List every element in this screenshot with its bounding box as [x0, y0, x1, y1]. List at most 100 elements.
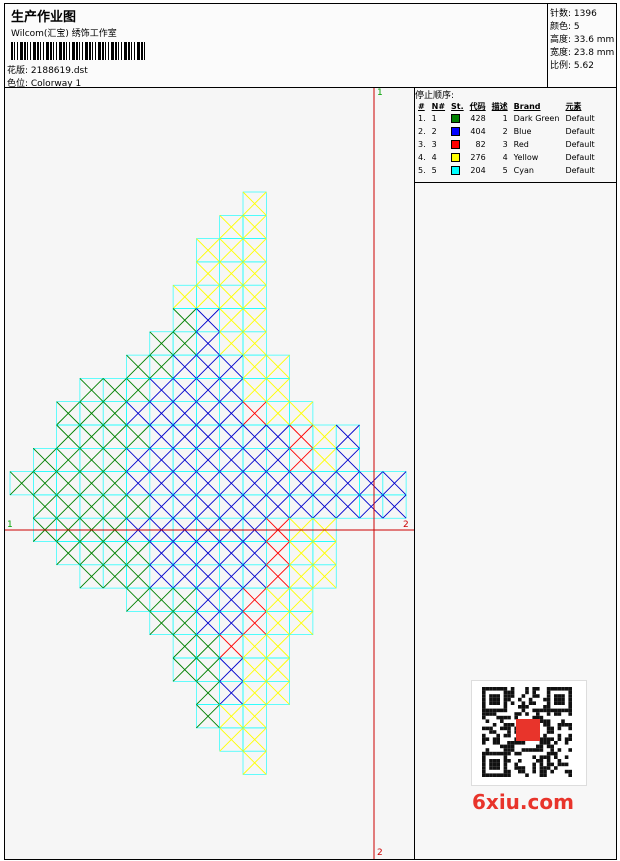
row-description: Dark Green: [511, 112, 563, 125]
qr-module: [564, 687, 569, 691]
qr-module: [546, 741, 551, 745]
qr-module: [521, 701, 526, 705]
qr-module: [510, 723, 515, 727]
qr-module: [539, 755, 544, 759]
qr-module: [507, 773, 511, 777]
row-code: 4: [489, 151, 511, 164]
row-index: 3.: [415, 138, 429, 151]
qr-module: [554, 701, 558, 705]
qr-module: [568, 708, 572, 713]
qr-module: [492, 773, 497, 777]
qr-logo-badge: [516, 719, 540, 741]
color-swatch: [451, 140, 461, 149]
row-description: Yellow: [511, 151, 563, 164]
qr-module: [568, 748, 572, 752]
qr-module: [554, 708, 558, 713]
qr-module: [492, 741, 497, 745]
row-brand: Default: [562, 112, 597, 125]
qr-module: [510, 694, 515, 698]
qr-module: [554, 766, 558, 770]
row-brand-text: Default: [565, 153, 595, 162]
row-swatch: [448, 164, 467, 177]
watermark-text: 6xiu.com: [472, 790, 574, 814]
row-brand: Default: [562, 125, 597, 138]
color-table-header: # N# St. 代码 描述 Brand 元素: [415, 100, 598, 112]
qr-module: [492, 697, 497, 702]
qr-module: [564, 708, 569, 713]
qr-module: [543, 737, 547, 741]
row-code: 2: [489, 125, 511, 138]
row-stitches: 276: [467, 151, 489, 164]
qr-module: [496, 766, 500, 770]
qr-module: [503, 697, 508, 702]
qr-module: [482, 726, 486, 731]
row-description-text: Dark Green: [513, 114, 560, 123]
qr-module: [521, 766, 526, 770]
qr-module: [507, 723, 511, 727]
row-needle: 1: [429, 112, 448, 125]
qr-module: [568, 697, 572, 702]
row-index-text: 5.: [418, 166, 426, 175]
qr-module: [492, 723, 497, 727]
row-code: 5: [489, 164, 511, 177]
qr-module: [550, 708, 554, 713]
qr-module: [536, 759, 540, 763]
qr-code: [471, 680, 587, 786]
qr-module: [521, 741, 526, 745]
qr-module: [503, 701, 508, 705]
qr-module: [492, 759, 497, 763]
qr-module: [485, 719, 490, 723]
qr-module: [482, 712, 486, 716]
qr-module: [496, 715, 500, 720]
qr-module: [557, 726, 562, 731]
qr-code-image: [482, 687, 572, 777]
qr-module: [568, 694, 572, 698]
qr-module: [550, 748, 554, 752]
qr-module: [507, 694, 511, 698]
row-needle: 4: [429, 151, 448, 164]
qr-module: [561, 723, 565, 727]
qr-module: [539, 762, 544, 767]
qr-module: [536, 712, 540, 716]
row-description-text: Yellow: [513, 153, 539, 162]
qr-module: [550, 730, 554, 734]
qr-module: [503, 715, 508, 720]
qr-module: [543, 741, 547, 745]
qr-module: [514, 712, 518, 716]
qr-module: [568, 723, 572, 727]
color-swatch: [451, 166, 461, 175]
row-brand: Default: [562, 151, 597, 164]
qr-module: [561, 697, 565, 702]
qr-module: [532, 690, 536, 695]
qr-module: [503, 762, 508, 767]
qr-module: [489, 712, 493, 716]
qr-module: [539, 719, 544, 723]
row-brand: Default: [562, 164, 597, 177]
qr-module: [492, 687, 497, 691]
qr-module: [543, 708, 547, 713]
qr-module: [536, 687, 540, 691]
row-description-text: Blue: [513, 127, 532, 136]
row-index: 4.: [415, 151, 429, 164]
barcode: [11, 42, 145, 60]
row-stitches-text: 428: [470, 114, 486, 123]
qr-module: [503, 733, 508, 738]
qr-module: [482, 773, 486, 777]
row-brand-text: Default: [565, 127, 595, 136]
qr-module: [554, 755, 558, 759]
qr-module: [536, 744, 540, 749]
qr-module: [532, 701, 536, 705]
qr-module: [525, 712, 529, 716]
qr-module: [557, 762, 562, 767]
qr-module: [546, 755, 551, 759]
qr-module: [507, 759, 511, 763]
qr-module: [489, 762, 493, 767]
row-swatch: [448, 125, 467, 138]
qr-module: [539, 759, 544, 763]
qr-module: [485, 737, 490, 741]
qr-module: [525, 748, 529, 752]
color-swatch: [451, 127, 461, 136]
color-swatch: [451, 114, 461, 123]
qr-module: [482, 759, 486, 763]
qr-module: [507, 769, 511, 774]
